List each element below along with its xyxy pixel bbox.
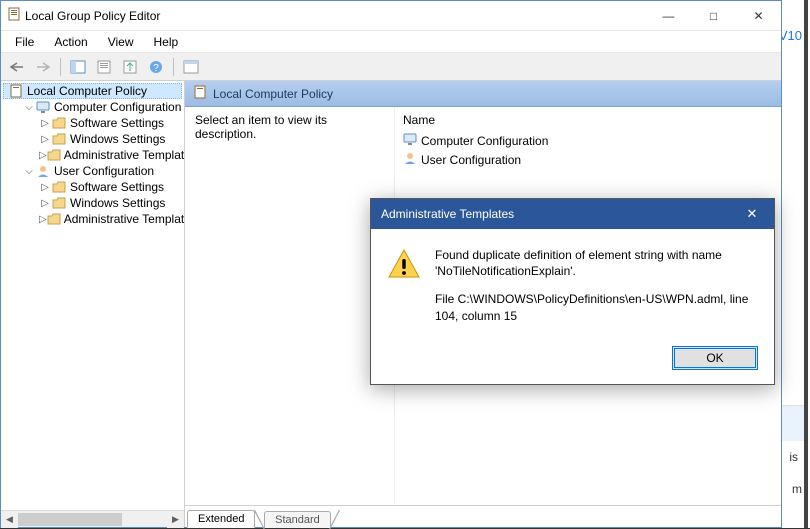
user-icon — [403, 151, 417, 168]
background-text-v10: V10 — [779, 28, 802, 43]
tree-node-label: Computer Configuration — [54, 100, 181, 114]
toolbar-separator — [60, 58, 61, 76]
background-window-border — [804, 0, 808, 528]
error-dialog: Administrative Templates ✕ Found duplica… — [370, 198, 775, 385]
properties-button[interactable] — [92, 56, 116, 78]
menu-action[interactable]: Action — [46, 33, 95, 51]
tab-standard[interactable]: Standard — [264, 511, 331, 528]
expand-icon[interactable]: ▷ — [39, 134, 51, 145]
expand-icon[interactable]: ▷ — [39, 150, 47, 161]
content-header-title: Local Computer Policy — [213, 87, 333, 101]
folder-icon — [51, 131, 67, 147]
tree-computer-config[interactable]: ⌵ Computer Configuration — [3, 99, 182, 115]
filter-button[interactable] — [179, 56, 203, 78]
titlebar[interactable]: Local Group Policy Editor — □ ✕ — [1, 1, 781, 31]
tree-horizontal-scrollbar[interactable]: ◀ ▶ — [1, 510, 184, 527]
menu-file[interactable]: File — [7, 33, 42, 51]
expand-icon[interactable]: ▷ — [39, 182, 51, 193]
tree-root-label: Local Computer Policy — [27, 84, 147, 98]
collapse-icon[interactable]: ⌵ — [23, 102, 35, 113]
window-title: Local Group Policy Editor — [21, 9, 646, 23]
folder-icon — [47, 211, 61, 227]
menu-view[interactable]: View — [100, 33, 142, 51]
dialog-message: Found duplicate definition of element st… — [435, 247, 758, 324]
folder-icon — [51, 195, 67, 211]
folder-icon — [51, 115, 67, 131]
tree-software-settings[interactable]: ▷ Software Settings — [3, 115, 182, 131]
tree-software-settings-user[interactable]: ▷ Software Settings — [3, 179, 182, 195]
tree-admin-templates[interactable]: ▷ Administrative Templates — [3, 147, 182, 163]
background-text-is: is — [789, 450, 798, 464]
tree-windows-settings[interactable]: ▷ Windows Settings — [3, 131, 182, 147]
tree-node-label: Software Settings — [70, 180, 164, 194]
tree-node-label: Administrative Templates — [64, 148, 184, 162]
tab-divider: ╲ — [254, 515, 264, 527]
scroll-thumb[interactable] — [18, 513, 122, 526]
description-column: Select an item to view its description. — [185, 107, 395, 505]
dialog-message-line1: Found duplicate definition of element st… — [435, 247, 758, 279]
maximize-button[interactable]: □ — [691, 1, 736, 30]
tree-node-label: User Configuration — [54, 164, 154, 178]
tree-admin-templates-user[interactable]: ▷ Administrative Templates — [3, 211, 182, 227]
menu-help[interactable]: Help — [146, 33, 187, 51]
background-text-m: m — [792, 482, 802, 496]
tree-node-label: Windows Settings — [70, 132, 165, 146]
tree-node-label: Windows Settings — [70, 196, 165, 210]
tree-windows-settings-user[interactable]: ▷ Windows Settings — [3, 195, 182, 211]
tab-extended[interactable]: Extended — [187, 510, 255, 528]
show-hide-tree-button[interactable] — [66, 56, 90, 78]
minimize-button[interactable]: — — [646, 1, 691, 30]
expand-icon[interactable]: ▷ — [39, 214, 47, 225]
policy-icon — [8, 83, 24, 99]
tree-user-config[interactable]: ⌵ User Configuration — [3, 163, 182, 179]
list-item[interactable]: Computer Configuration — [401, 131, 775, 150]
content-tabs: Extended ╲ Standard ╱ — [185, 505, 781, 527]
expand-icon[interactable]: ▷ — [39, 198, 51, 209]
toolbar-separator — [173, 58, 174, 76]
collapse-icon[interactable]: ⌵ — [23, 166, 35, 177]
warning-icon — [387, 247, 421, 324]
tree-node-label: Software Settings — [70, 116, 164, 130]
dialog-titlebar[interactable]: Administrative Templates ✕ — [371, 199, 774, 229]
list-item-label: User Configuration — [421, 153, 521, 167]
tree-panel: Local Computer Policy ⌵ Computer Configu… — [1, 81, 185, 527]
content-header: Local Computer Policy — [185, 81, 781, 107]
tree-node-label: Administrative Templates — [64, 212, 184, 226]
list-item[interactable]: User Configuration — [401, 150, 775, 169]
svg-text:?: ? — [153, 63, 159, 74]
folder-icon — [47, 147, 61, 163]
app-icon — [7, 7, 21, 24]
export-button[interactable] — [118, 56, 142, 78]
policy-icon — [193, 85, 207, 102]
scroll-track[interactable] — [18, 511, 167, 527]
back-button[interactable] — [5, 56, 29, 78]
computer-icon — [35, 99, 51, 115]
tab-divider: ╱ — [330, 515, 340, 527]
ok-button[interactable]: OK — [672, 346, 758, 370]
background-table-row — [782, 405, 804, 441]
help-button[interactable]: ? — [144, 56, 168, 78]
toolbar: ? — [1, 53, 781, 81]
tree-root[interactable]: Local Computer Policy — [3, 83, 182, 99]
forward-button[interactable] — [31, 56, 55, 78]
dialog-title: Administrative Templates — [381, 207, 514, 221]
scroll-right-button[interactable]: ▶ — [167, 511, 184, 528]
expand-icon[interactable]: ▷ — [39, 118, 51, 129]
folder-icon — [51, 179, 67, 195]
dialog-close-button[interactable]: ✕ — [730, 199, 774, 229]
computer-icon — [403, 132, 417, 149]
menubar: File Action View Help — [1, 31, 781, 53]
close-button[interactable]: ✕ — [736, 1, 781, 30]
column-header-name[interactable]: Name — [401, 111, 775, 131]
list-item-label: Computer Configuration — [421, 134, 548, 148]
scroll-left-button[interactable]: ◀ — [1, 511, 18, 528]
user-icon — [35, 163, 51, 179]
dialog-message-line2: File C:\WINDOWS\PolicyDefinitions\en-US\… — [435, 291, 758, 323]
description-text: Select an item to view its description. — [195, 113, 327, 141]
